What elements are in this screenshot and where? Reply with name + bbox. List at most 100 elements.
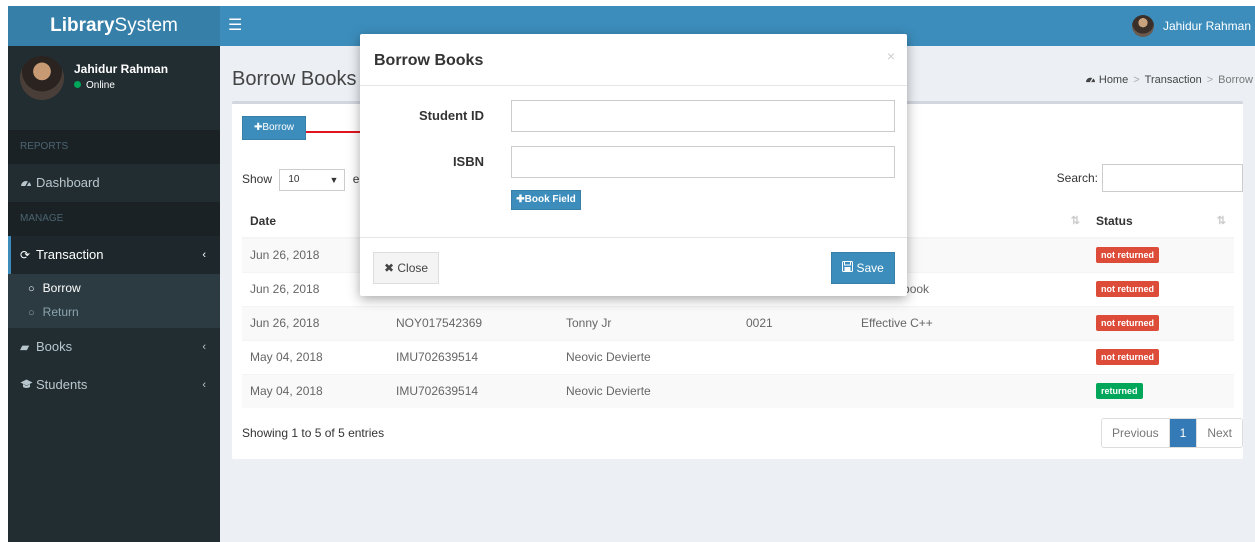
table-row: May 04, 2018 IMU702639514 Neovic Deviert…	[242, 373, 1234, 408]
chevron-down-icon: ▼	[329, 175, 339, 185]
menu-header-manage: MANAGE	[8, 202, 220, 236]
status-badge: returned	[1096, 383, 1143, 400]
pagination-page[interactable]: 1	[1169, 419, 1198, 447]
pagination-previous[interactable]: Previous	[1101, 419, 1170, 447]
breadcrumb-home[interactable]: Home	[1099, 74, 1128, 86]
cell-student-id: IMU702639514	[388, 373, 558, 408]
close-icon[interactable]: ×	[887, 48, 895, 64]
table-search: Search:	[1057, 164, 1243, 192]
sidebar-item-label: Books	[36, 339, 73, 354]
table-row: Jun 26, 2018 NOY017542369 Tonny Jr 0021 …	[242, 305, 1234, 340]
status-badge: not returned	[1096, 281, 1159, 297]
user-panel-name: Jahidur Rahman	[74, 62, 169, 76]
avatar	[1131, 15, 1154, 37]
add-book-field-button[interactable]: ✚Book Field	[511, 190, 581, 210]
cell-student-id: IMU702639514	[388, 339, 558, 374]
table-row: May 04, 2018 IMU702639514 Neovic Deviert…	[242, 339, 1234, 374]
cell-student-id: NOY017542369	[388, 305, 558, 340]
cell-status: returned	[1088, 373, 1234, 408]
user-status-label: Online	[86, 80, 115, 91]
circle-icon: ○	[28, 283, 35, 295]
entries-length-select[interactable]: 10 ▼	[279, 169, 346, 191]
user-panel-status: Online	[74, 80, 115, 91]
search-input[interactable]	[1102, 164, 1243, 192]
sidebar-item-label: Dashboard	[36, 175, 100, 190]
user-menu[interactable]: Jahidur Rahman	[1131, 6, 1255, 46]
sidebar-item-label: Students	[36, 377, 88, 392]
close-button-label: Close	[397, 261, 429, 275]
cell-isbn	[738, 339, 853, 374]
save-button-label: Save	[856, 261, 884, 275]
sidebar-item-books[interactable]: ▰ Books ‹	[8, 328, 220, 366]
brand-light: System	[114, 15, 178, 36]
sort-icon: ⇅	[1216, 215, 1226, 227]
chevron-left-icon: ‹	[202, 341, 206, 353]
modal-header: Borrow Books ×	[360, 34, 907, 86]
cell-date: Jun 26, 2018	[242, 305, 388, 340]
borrow-button[interactable]: ✚Borrow	[242, 116, 306, 140]
save-icon	[842, 261, 856, 275]
times-icon: ✖	[383, 261, 395, 275]
plus-icon: ✚	[516, 194, 525, 205]
student-id-label: Student ID	[419, 108, 484, 123]
sidebar-item-dashboard[interactable]: Dashboard	[8, 164, 220, 202]
cell-status: not returned	[1088, 271, 1234, 306]
breadcrumb-transaction[interactable]: Transaction	[1145, 74, 1202, 86]
status-badge: not returned	[1096, 247, 1159, 264]
isbn-label: ISBN	[452, 154, 484, 169]
cell-name: Neovic Devierte	[558, 339, 738, 374]
pagination-next[interactable]: Next	[1197, 419, 1242, 447]
chevron-left-icon: ‹	[202, 379, 206, 391]
save-button[interactable]: Save	[831, 252, 895, 284]
sidebar-item-label: Borrow	[42, 281, 81, 295]
entries-length-control: Show 10▼ en	[242, 169, 366, 191]
cell-name: Neovic Devierte	[558, 373, 738, 408]
borrow-button-label: Borrow	[262, 122, 295, 133]
transaction-submenu: ○ Borrow ○ Return	[8, 274, 220, 328]
user-panel: Jahidur Rahman Online	[8, 46, 220, 130]
breadcrumb: Home > Transaction > Borrow	[1085, 74, 1253, 86]
sidebar-item-students[interactable]: Students ‹	[8, 366, 220, 404]
cell-status: not returned	[1088, 237, 1234, 272]
status-badge: not returned	[1096, 349, 1159, 365]
sort-icon: ⇅	[1070, 215, 1080, 227]
column-header-status[interactable]: Status ⇅	[1088, 204, 1234, 239]
pagination: Previous 1 Next	[1100, 418, 1243, 448]
sidebar-item-transaction[interactable]: ⟳ Transaction ‹	[8, 236, 220, 274]
user-menu-name: Jahidur Rahman	[1162, 19, 1251, 33]
sidebar-item-borrow[interactable]: ○ Borrow	[8, 276, 220, 300]
cell-name: Tonny Jr	[558, 305, 738, 340]
show-label: Show	[242, 172, 273, 187]
sidebar-item-return[interactable]: ○ Return	[8, 300, 220, 324]
online-dot-icon	[74, 81, 81, 88]
menu-header-reports: REPORTS	[8, 130, 220, 164]
graduation-cap-icon	[20, 366, 36, 404]
brand-logo[interactable]: LibrarySystem	[8, 6, 220, 46]
sidebar-item-label: Transaction	[36, 247, 104, 262]
sidebar-item-label: Return	[42, 305, 79, 319]
cell-title	[853, 339, 1088, 374]
modal-title: Borrow Books	[374, 52, 484, 69]
breadcrumb-current: Borrow	[1218, 74, 1253, 86]
cell-isbn: 0021	[738, 305, 853, 340]
dashboard-icon	[20, 164, 36, 202]
column-header-status-label: Status	[1096, 213, 1133, 228]
sidebar: Jahidur Rahman Online REPORTS Dashboard …	[8, 46, 220, 542]
add-book-field-label: Book Field	[524, 194, 576, 205]
cell-title: Effective C++	[853, 305, 1088, 340]
status-badge: not returned	[1096, 315, 1159, 331]
book-icon: ▰	[20, 340, 30, 354]
cell-isbn	[738, 373, 853, 408]
dashboard-icon	[1085, 74, 1099, 86]
close-button[interactable]: ✖ Close	[373, 252, 439, 284]
breadcrumb-separator: >	[1133, 74, 1140, 86]
brand-bold: Library	[50, 15, 115, 36]
isbn-field[interactable]	[511, 146, 895, 178]
cell-date: May 04, 2018	[242, 339, 388, 374]
sidebar-toggle-icon[interactable]: ☰	[228, 6, 242, 46]
chevron-left-icon: ‹	[202, 249, 206, 261]
user-panel-avatar	[20, 56, 64, 100]
search-label: Search:	[1056, 171, 1098, 185]
student-id-field[interactable]	[511, 100, 895, 132]
cell-title	[853, 373, 1088, 408]
